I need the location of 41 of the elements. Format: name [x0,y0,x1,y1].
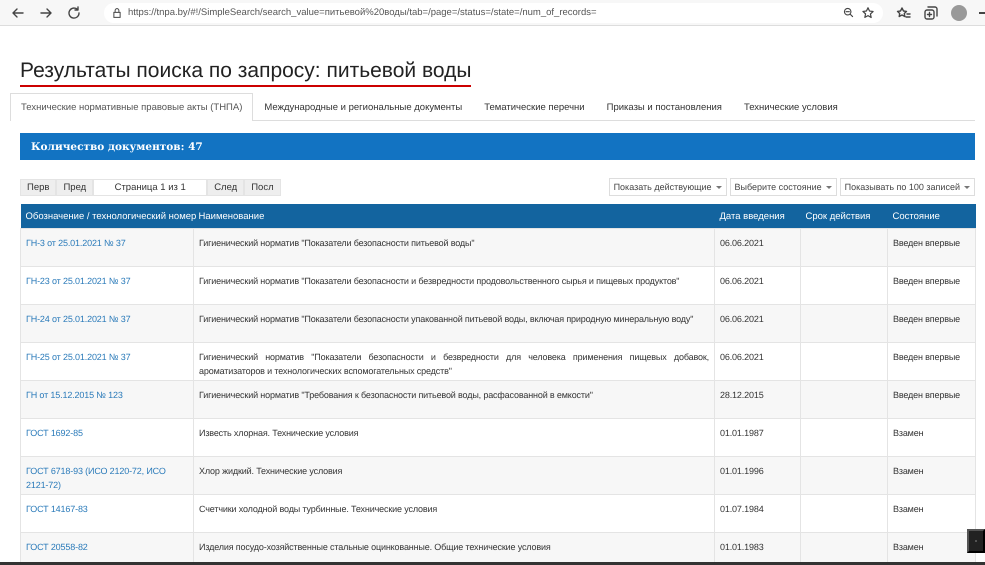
table-cell: Введен впервые [888,380,976,418]
page-title: Результаты поиска по запросу: питьевой воды [20,58,472,87]
filter-dropdown[interactable]: Показывать по 100 записей [840,178,975,196]
reload-icon[interactable] [66,4,82,20]
table-cell: Гигиенический норматив "Показатели безопасности питьевой воды" [194,228,714,266]
table-cell: Гигиенический норматив "Требования к безопасности питьевой воды, расфасованной в емкости" [194,380,714,418]
first-page-button[interactable]: Перв [20,178,56,196]
favorites-icon[interactable] [895,4,911,20]
table-cell: 28.12.2015 [714,380,800,418]
table-cell: Хлор жидкий. Технические условия [194,456,714,494]
profile-avatar[interactable] [951,4,967,20]
table-cell: 06.06.2021 [714,304,800,342]
page-indicator: Страница 1 из 1 [93,178,208,196]
table-cell: 06.06.2021 [714,228,800,266]
column-header[interactable]: Состояние [888,204,976,228]
scroll-top-button[interactable] [967,529,985,553]
address-bar[interactable]: https://tnpa.by/#!/SimpleSearch/search_value=питьевой%20воды/tab=/page=/status=/state=/num_of_records= [104,2,883,22]
zoom-icon[interactable] [842,6,855,19]
table-cell: Гигиенический норматив "Показатели безопасности упакованной питьевой воды, включая природную минеральную воду" [194,304,714,342]
collections-icon[interactable] [923,4,939,20]
column-header[interactable]: Срок действия [800,204,888,228]
column-header[interactable]: Дата введения [714,204,800,228]
next-page-button[interactable]: След [207,178,244,196]
url-text: https://tnpa.by/#!/SimpleSearch/search_value=питьевой%20воды/tab=/page=/status=/state=/num_of_records= [128,7,598,18]
tab[interactable]: Тематические перечни [473,93,596,121]
last-page-button[interactable]: Посл [244,178,281,196]
prev-page-button[interactable]: Пред [56,178,94,196]
tab[interactable]: Международные и региональные документы [253,93,474,121]
filter-dropdown[interactable]: Показать действующие [608,178,727,196]
table-cell: Введен впервые [888,304,976,342]
column-header[interactable]: Обозначение / технологический номер [20,204,194,228]
filter-dropdown[interactable]: Выберите состояние [730,178,837,196]
table-cell: Взамен [888,456,976,494]
tab[interactable]: Технические нормативные правовые акты (ТНПА) [10,93,254,121]
table-cell: 01.01.1996 [714,456,800,494]
count-banner: Количество документов: 47 [20,133,975,160]
tab[interactable]: Технические условия [732,93,849,121]
lock-icon [112,8,122,18]
table-cell: Введен впервые [888,228,976,266]
tab[interactable]: Приказы и постановления [596,93,733,121]
star-add-icon[interactable] [861,6,875,20]
